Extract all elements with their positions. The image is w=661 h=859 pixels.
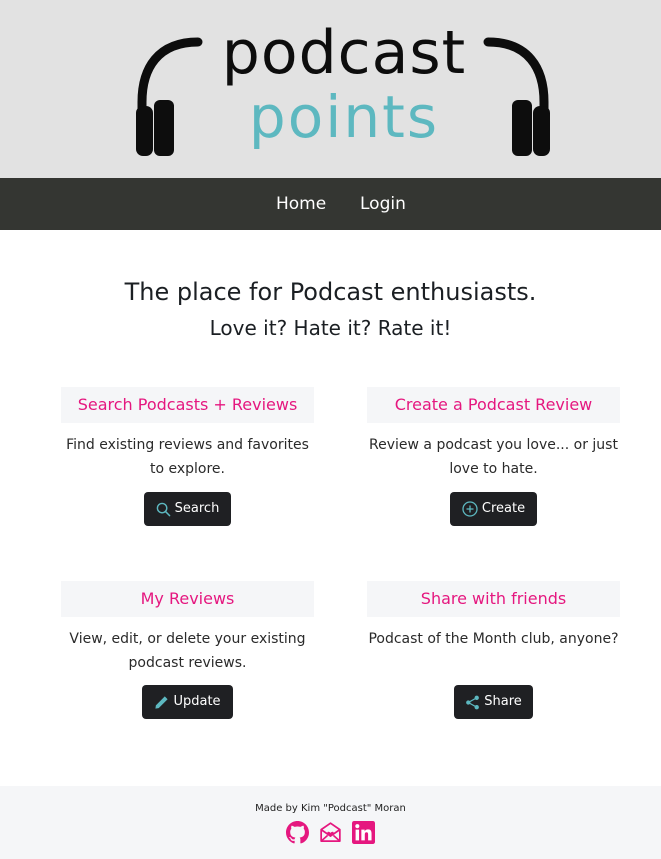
update-button-label: Update	[173, 694, 221, 709]
pencil-icon	[155, 695, 169, 709]
share-button-label: Share	[484, 694, 522, 709]
header: podcast points	[0, 0, 661, 178]
nav-login-link[interactable]: Login	[360, 193, 406, 215]
navbar: Home Login	[0, 178, 661, 230]
logo-bottom-text: points	[248, 83, 440, 151]
search-icon	[156, 502, 170, 516]
podcast-points-logo[interactable]: podcast points	[136, 20, 550, 160]
card-text: Podcast of the Month club, anyone?	[368, 631, 619, 647]
logo-top-text: podcast	[221, 18, 467, 88]
footer-social-links	[0, 821, 661, 844]
card-text: Review a podcast you love... or just lov…	[369, 437, 618, 477]
nav-home-link[interactable]: Home	[276, 193, 326, 215]
create-button[interactable]: Create	[450, 492, 537, 526]
card-title: Share with friends	[367, 581, 620, 617]
linkedin-icon[interactable]	[352, 821, 375, 844]
search-button[interactable]: Search	[144, 492, 231, 526]
card-title: Create a Podcast Review	[367, 387, 620, 423]
card-my-reviews: My Reviews View, edit, or delete your ex…	[61, 581, 314, 675]
update-button[interactable]: Update	[142, 685, 233, 719]
card-search: Search Podcasts + Reviews Find existing …	[61, 387, 314, 481]
hero-subtagline: Love it? Hate it? Rate it!	[209, 316, 452, 340]
github-icon[interactable]	[286, 821, 309, 844]
card-text: Find existing reviews and favorites to e…	[66, 437, 309, 477]
card-title: Search Podcasts + Reviews	[61, 387, 314, 423]
search-button-label: Search	[174, 501, 220, 516]
card-create: Create a Podcast Review Review a podcast…	[367, 387, 620, 481]
card-text: View, edit, or delete your existing podc…	[69, 631, 306, 671]
plus-circle-icon	[462, 501, 478, 517]
card-share: Share with friends Podcast of the Month …	[367, 581, 620, 651]
share-icon	[466, 695, 480, 709]
footer-credit: Made by Kim "Podcast" Moran	[255, 803, 406, 814]
envelope-heart-icon[interactable]	[319, 821, 342, 844]
footer: Made by Kim "Podcast" Moran	[0, 786, 661, 859]
share-button[interactable]: Share	[454, 685, 533, 719]
create-button-label: Create	[481, 501, 526, 516]
card-title: My Reviews	[61, 581, 314, 617]
hero-tagline: The place for Podcast enthusiasts.	[124, 278, 537, 306]
